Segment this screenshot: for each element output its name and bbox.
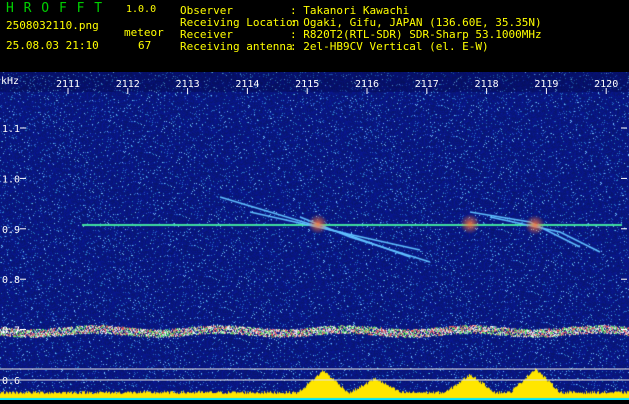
y-axis-unit-label: kHz xyxy=(1,76,19,87)
overlay-marks: kHz 1.1 1.0 0.9 0.8 0.7 0.6 2111 2112 2113 2114 211… xyxy=(0,76,629,387)
x-tick-label: 2115 xyxy=(295,79,319,90)
x-tick-label: 2119 xyxy=(534,79,558,90)
app-version: 1.0.0 xyxy=(126,4,157,15)
antenna-label: Receiving antenna xyxy=(180,40,293,53)
y-tick-label: 1.1 xyxy=(2,124,20,135)
x-tick-label: 2111 xyxy=(56,79,80,90)
capture-datetime: 25.08.03 21:10 xyxy=(6,39,99,52)
file-name: 2508032110.png xyxy=(6,19,99,32)
y-tick-label: 0.9 xyxy=(2,225,20,236)
spectrogram-overlay: kHz 1.1 1.0 0.9 0.8 0.7 0.6 2111 2112 2113 2114 211… xyxy=(0,72,629,400)
y-tick-label: 0.8 xyxy=(2,275,20,286)
app-name: H R O F F T xyxy=(6,1,104,16)
mode-label: meteor xyxy=(124,26,164,39)
y-tick-label: 1.0 xyxy=(2,174,20,185)
x-tick-label: 2120 xyxy=(594,79,618,90)
x-tick-label: 2114 xyxy=(235,79,259,90)
x-tick-label: 2118 xyxy=(475,79,499,90)
meteor-count: 67 xyxy=(138,39,152,52)
x-tick-label: 2116 xyxy=(355,79,379,90)
y-tick-label: 0.6 xyxy=(2,376,20,387)
x-tick-label: 2117 xyxy=(415,79,439,90)
header-panel: H R O F F T 1.0.0 2508032110.png meteor … xyxy=(0,0,629,72)
antenna-value: : 2el-HB9CV Vertical (el. E-W) xyxy=(290,40,489,53)
x-tick-label: 2113 xyxy=(176,79,200,90)
axis-overlay-svg: kHz 1.1 1.0 0.9 0.8 0.7 0.6 2111 2112 2113 2114 211… xyxy=(0,76,629,387)
y-tick-label: 0.7 xyxy=(2,326,20,337)
x-tick-label: 2112 xyxy=(116,79,140,90)
